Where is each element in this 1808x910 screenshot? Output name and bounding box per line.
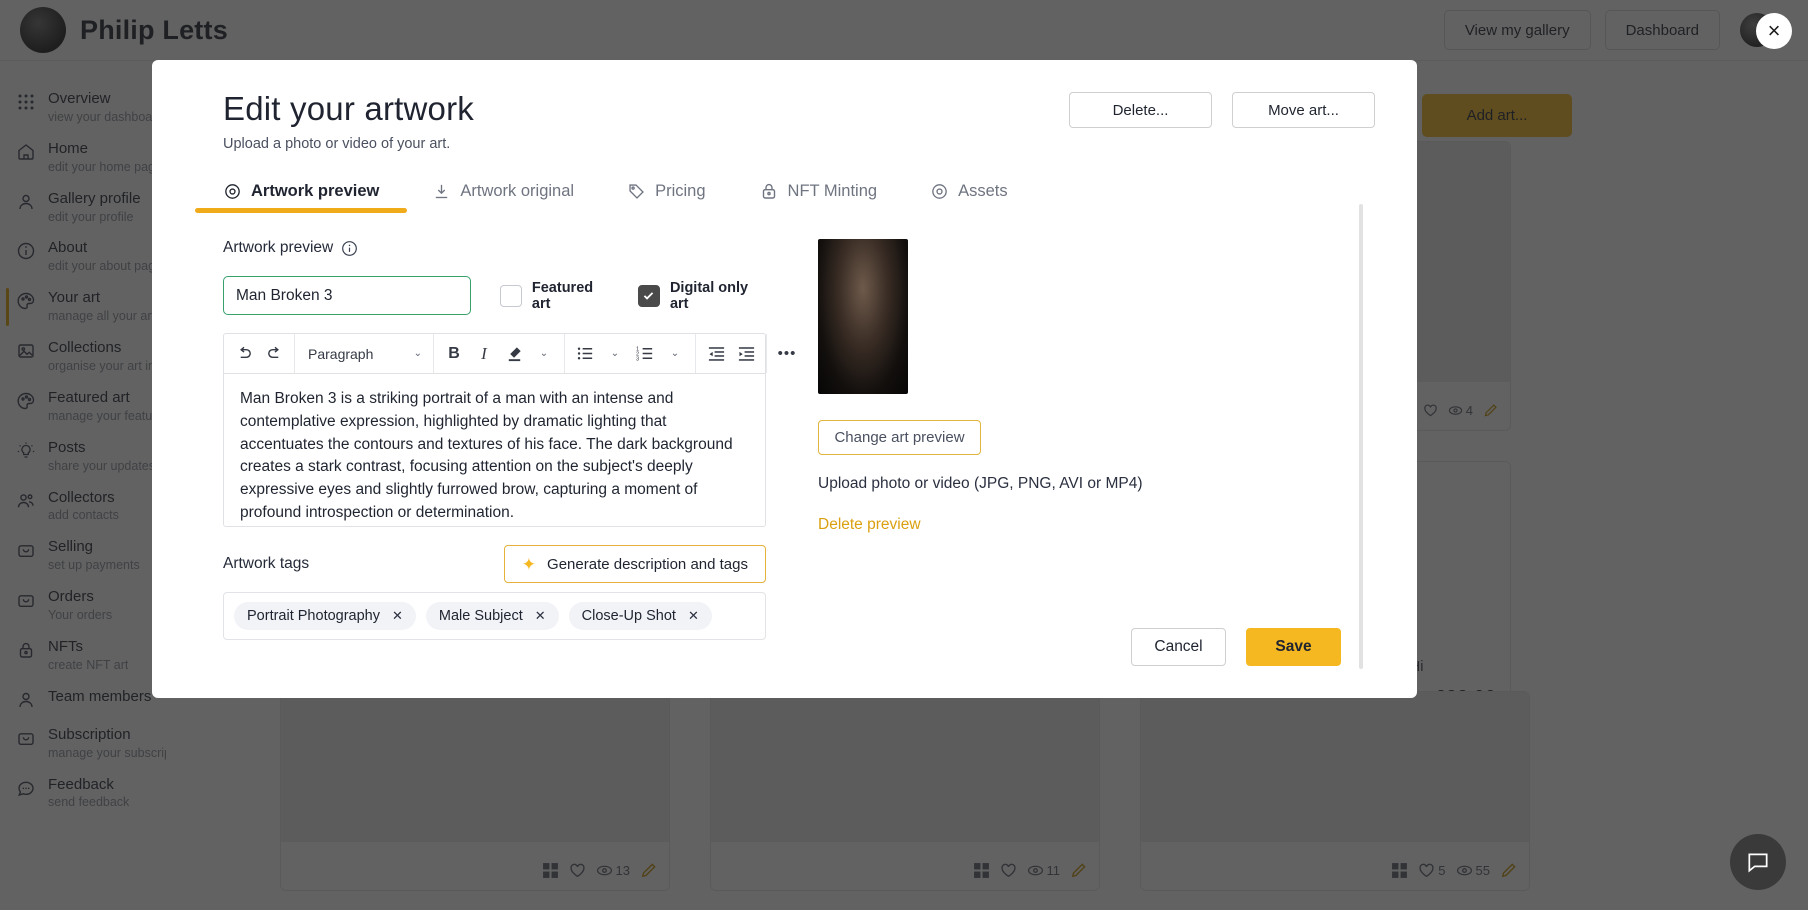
lock-icon — [759, 181, 779, 201]
tab-artwork-preview[interactable]: Artwork preview — [194, 181, 408, 213]
italic-button[interactable]: I — [471, 341, 497, 367]
modal-scrollbar[interactable] — [1359, 204, 1363, 669]
modal-header: Edit your artwork Upload a photo or vide… — [152, 60, 1417, 152]
tag-chip: Close-Up Shot ✕ — [568, 602, 712, 630]
tag-chip: Portrait Photography ✕ — [234, 602, 416, 630]
highlight-icon[interactable] — [501, 341, 527, 367]
app-root: Philip Letts View my gallery Dashboard ▾… — [0, 0, 1808, 910]
save-button[interactable]: Save — [1246, 628, 1341, 666]
modal-footer: Cancel Save — [1131, 628, 1341, 666]
featured-art-checkbox-group[interactable]: Featured art — [499, 279, 612, 312]
more-options-button[interactable]: ••• — [774, 341, 800, 367]
close-modal-button[interactable]: × — [1756, 13, 1792, 49]
sparkle-icon: ✦ — [521, 554, 537, 574]
tags-header-row: Artwork tags ✦ Generate description and … — [223, 545, 766, 583]
eye-icon — [930, 182, 949, 201]
description-editor: Paragraph ⌄ B I ⌄ ⌄ 1 2 3 ⌄ ••• Man Brok… — [223, 333, 795, 527]
edit-artwork-modal: Edit your artwork Upload a photo or vide… — [152, 60, 1417, 698]
tag-icon — [627, 182, 646, 201]
numbered-list-icon[interactable]: 123 — [632, 341, 658, 367]
inline-format-group: B I ⌄ — [434, 334, 565, 373]
description-text[interactable]: Man Broken 3 is a striking portrait of a… — [224, 374, 765, 526]
svg-text:3: 3 — [636, 357, 639, 363]
more-group: ••• — [767, 334, 807, 373]
upload-hint-text: Upload photo or video (JPG, PNG, AVI or … — [818, 475, 1143, 492]
list-group: ⌄ 123 ⌄ — [565, 334, 696, 373]
bullet-list-icon[interactable] — [572, 341, 598, 367]
tab-label: Assets — [958, 181, 1008, 200]
highlight-chevron-icon[interactable]: ⌄ — [531, 341, 557, 367]
indent-icon[interactable] — [733, 341, 759, 367]
tab-assets[interactable]: Assets — [930, 181, 1008, 213]
tag-label: Close-Up Shot — [581, 608, 676, 624]
featured-art-checkbox[interactable] — [499, 284, 522, 307]
tab-pricing[interactable]: Pricing — [627, 181, 706, 213]
featured-art-label: Featured art — [531, 279, 594, 312]
digital-only-checkbox[interactable] — [637, 284, 660, 307]
editor-toolbar: Paragraph ⌄ B I ⌄ ⌄ 1 2 3 ⌄ ••• — [224, 334, 795, 374]
digital-only-label: Digital only art — [669, 279, 749, 312]
artwork-preview-image — [818, 239, 908, 394]
generate-description-button[interactable]: ✦ Generate description and tags — [503, 545, 766, 583]
undo-icon[interactable] — [231, 341, 257, 367]
right-column: Change art preview Upload photo or video… — [818, 239, 1417, 640]
download-icon — [432, 182, 451, 201]
paragraph-style-value: Paragraph — [308, 345, 374, 362]
block-style-group: Paragraph ⌄ — [295, 334, 434, 373]
digital-only-checkbox-group[interactable]: Digital only art — [637, 279, 766, 312]
artwork-tags-label: Artwork tags — [223, 555, 310, 572]
tag-chip: Male Subject ✕ — [425, 602, 559, 630]
modal-header-actions: Delete... Move art... — [1069, 92, 1375, 128]
change-art-preview-button[interactable]: Change art preview — [818, 420, 981, 455]
tab-label: NFT Minting — [787, 181, 878, 200]
title-row: Featured art Digital only art — [223, 276, 766, 315]
remove-tag-icon[interactable]: ✕ — [535, 608, 546, 624]
tab-label: Artwork original — [460, 181, 575, 200]
bold-button[interactable]: B — [441, 341, 467, 367]
tags-container: Portrait Photography ✕ Male Subject ✕ Close-… — [223, 592, 766, 640]
move-art-button[interactable]: Move art... — [1232, 92, 1375, 128]
cancel-button[interactable]: Cancel — [1131, 628, 1226, 666]
generate-description-label: Generate description and tags — [547, 555, 748, 573]
tab-label: Artwork preview — [251, 181, 380, 200]
tab-label: Pricing — [655, 181, 706, 200]
modal-body: Artwork preview Featured art — [152, 239, 1417, 640]
bullet-list-chevron-icon[interactable]: ⌄ — [602, 341, 628, 367]
paragraph-style-select[interactable]: Paragraph ⌄ — [302, 341, 426, 367]
indent-group — [696, 334, 767, 373]
redo-icon[interactable] — [261, 341, 287, 367]
eye-icon — [223, 182, 242, 201]
artwork-title-input[interactable] — [223, 276, 471, 315]
tag-label: Portrait Photography — [247, 608, 380, 624]
remove-tag-icon[interactable]: ✕ — [688, 608, 699, 624]
artwork-preview-section-label: Artwork preview — [223, 239, 766, 257]
numbered-list-chevron-icon[interactable]: ⌄ — [662, 341, 688, 367]
modal-subtitle: Upload a photo or video of your art. — [223, 136, 451, 152]
chevron-down-icon: ⌄ — [413, 348, 422, 359]
info-icon[interactable] — [341, 240, 358, 257]
tab-artwork-original[interactable]: Artwork original — [432, 181, 574, 213]
section-label-text: Artwork preview — [223, 239, 334, 256]
left-column: Artwork preview Featured art — [223, 239, 795, 640]
outdent-icon[interactable] — [703, 341, 729, 367]
tab-nft-minting[interactable]: NFT Minting — [759, 181, 878, 213]
tag-label: Male Subject — [438, 608, 523, 624]
remove-tag-icon[interactable]: ✕ — [392, 608, 403, 624]
chat-support-button[interactable] — [1730, 834, 1786, 890]
history-group — [224, 334, 295, 373]
delete-preview-link[interactable]: Delete preview — [818, 516, 1417, 534]
delete-button[interactable]: Delete... — [1069, 92, 1212, 128]
modal-tabs: Artwork preview Artwork original Pricing NF… — [152, 181, 1417, 213]
